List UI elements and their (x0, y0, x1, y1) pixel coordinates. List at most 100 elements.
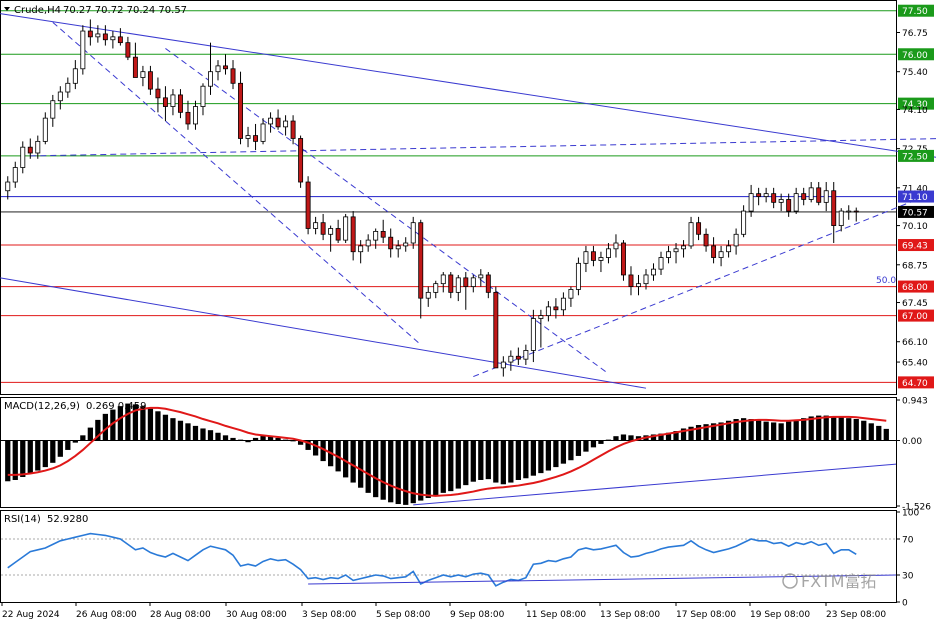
candle-body (350, 216, 356, 253)
candlesticks (5, 19, 859, 377)
candle-body (538, 315, 544, 319)
candle-body (95, 33, 101, 38)
price-tick-label: 69.43 (902, 242, 928, 252)
rsi-tick-label: 100 (902, 509, 919, 519)
time-tick-label: 30 Aug 08:00 (226, 610, 287, 620)
candle-body (636, 283, 641, 287)
rsi-indicator: 100 70 30 0 (1, 509, 919, 609)
candle-body (388, 236, 394, 250)
time-tick-label: 13 Sep 08:00 (600, 610, 660, 620)
macd-histogram-bar (853, 419, 859, 441)
candle-body (35, 140, 41, 154)
candle-body (80, 30, 86, 70)
macd-histogram-bar (470, 440, 476, 482)
candle-body (816, 187, 822, 203)
candle-body (343, 216, 349, 241)
price-tick-label: 66.10 (902, 338, 928, 348)
macd-histogram-bar (838, 417, 844, 441)
candle-body (793, 193, 799, 212)
macd-histogram-bar (27, 440, 33, 474)
time-tick-label: 17 Sep 08:00 (676, 610, 736, 620)
macd-histogram-bar (65, 440, 71, 450)
candle-body (313, 222, 319, 229)
macd-histogram-bar (312, 440, 319, 456)
candle-body (425, 291, 431, 299)
candle-body (193, 106, 198, 125)
macd-histogram-bar (380, 440, 386, 500)
candle-body (102, 33, 108, 41)
lower-channel-line[interactable] (0, 277, 647, 389)
macd-histogram-bar (373, 440, 379, 498)
candle-body (20, 146, 26, 168)
macd-histogram-bar (485, 440, 491, 480)
candle-body (530, 318, 536, 351)
candle-body (230, 68, 236, 84)
macd-trendline[interactable] (413, 463, 897, 506)
macd-histogram-bar (801, 418, 807, 441)
rsi-tick-label: 30 (902, 572, 914, 582)
symbol-label: Crude,H4 (14, 5, 61, 16)
candle-body (395, 245, 401, 250)
time-tick-label: 26 Aug 08:00 (76, 610, 137, 620)
rising-trendline[interactable] (473, 188, 936, 378)
macd-histogram-bar (493, 440, 499, 483)
macd-histogram-bar (538, 440, 544, 474)
candle-body (666, 251, 671, 258)
price-tick-label: 77.50 (902, 7, 928, 17)
rsi-label: RSI(14) (4, 514, 41, 525)
candle-body (290, 120, 296, 139)
candle-body (681, 245, 687, 250)
candle-body (583, 251, 589, 264)
candle-body (726, 245, 732, 253)
price-tick-label: 65.40 (902, 359, 928, 369)
macd-signal-line (7, 406, 887, 497)
candle-body (621, 242, 626, 276)
candle-body (838, 210, 844, 226)
candle-body (545, 306, 551, 316)
candle-body (771, 193, 777, 203)
macd-histogram-bar (868, 423, 874, 441)
price-axis: 77.5076.7576.0075.4074.3074.1072.7572.50… (896, 4, 934, 389)
candle-body (57, 91, 63, 102)
macd-histogram-bar (185, 423, 191, 441)
macd-histogram-bar (395, 440, 401, 505)
macd-histogram-bar (252, 437, 259, 441)
candle-body (733, 233, 739, 247)
time-tick-label: 9 Sep 08:00 (450, 610, 505, 620)
trading-chart[interactable]: 77.5076.7576.0075.4074.3074.1072.7572.50… (0, 0, 936, 624)
upper-channel-line[interactable] (0, 13, 936, 159)
candle-body (515, 355, 521, 360)
candle-body (711, 245, 717, 258)
candle-body (470, 277, 476, 287)
candle-body (741, 210, 747, 235)
candle-body (590, 251, 596, 261)
macd-tick-label: 0.00 (902, 437, 922, 447)
candle-body (238, 82, 243, 139)
macd-histogram-bar (147, 408, 154, 441)
macd-histogram-bar (598, 440, 604, 444)
candle-body (440, 274, 446, 285)
candle-body (463, 277, 469, 287)
dashed-horizontal-trendline[interactable] (30, 138, 936, 157)
macd-histogram-bar (823, 415, 829, 441)
candle-body (718, 251, 724, 258)
macd-histogram-bar (560, 440, 567, 464)
time-tick-label: 28 Aug 08:00 (150, 610, 211, 620)
candle-body (598, 257, 604, 261)
candle-body (673, 248, 679, 253)
time-tick-label: 22 Aug 2024 (2, 610, 60, 620)
candle-body (448, 274, 454, 293)
rsi-tick-label: 70 (902, 536, 914, 546)
macd-histogram-bar (831, 416, 837, 441)
candle-body (418, 222, 424, 299)
candle-body (50, 100, 56, 119)
macd-histogram-bar (508, 440, 514, 483)
macd-histogram-bar (763, 421, 769, 441)
time-tick-label: 3 Sep 08:00 (302, 610, 357, 620)
macd-tick-label: 0.943 (902, 397, 928, 407)
macd-histogram-bar (72, 440, 78, 443)
watermark-logo-icon (782, 573, 798, 589)
candle-body (12, 167, 18, 183)
candle-body (305, 181, 311, 229)
candle-body (756, 193, 762, 197)
